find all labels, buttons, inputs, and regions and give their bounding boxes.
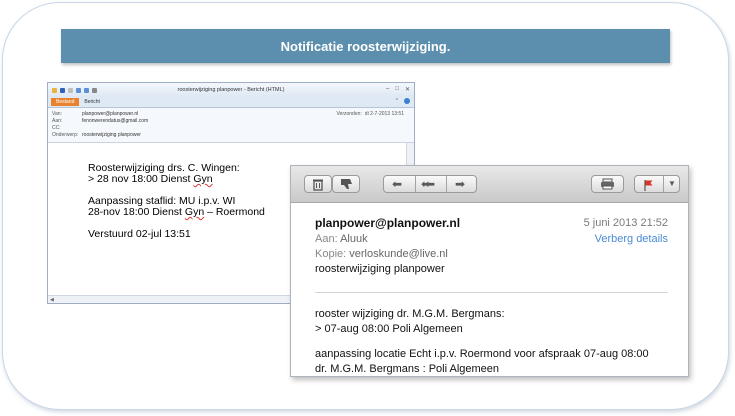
subject-label: Onderwerp:: [52, 131, 79, 138]
delete-button[interactable]: [304, 175, 332, 193]
sent-label: Verzonden:: [336, 111, 362, 117]
close-icon[interactable]: ✕: [405, 86, 410, 93]
misspelled-word: Gyn: [193, 173, 213, 185]
header-divider: [315, 292, 668, 293]
forward-icon[interactable]: ➡: [455, 177, 465, 191]
scroll-left-icon[interactable]: ◀: [50, 297, 54, 303]
body-text: > 28 nov 18:00 Dienst: [88, 173, 194, 185]
ribbon-tabs: Bestand Bericht ⌃: [48, 97, 414, 108]
junk-button[interactable]: [332, 175, 360, 193]
body-line: > 28 nov 18:00 Dienst Gyn: [88, 174, 265, 185]
received-date: 5 juni 2013 21:52: [583, 217, 668, 229]
trash-icon: [313, 179, 323, 191]
reply-icon[interactable]: ⬅: [392, 177, 402, 191]
window-controls: – □ ✕: [386, 86, 410, 93]
from-label: Van:: [52, 110, 62, 117]
sent-info: Verzonden: di 2-7-2013 13:51: [333, 111, 404, 117]
to-value[interactable]: fenonwerendatus@gmail.com: [82, 118, 148, 124]
body-line: aanpassing locatie Echt i.p.v. Roermond …: [315, 348, 649, 360]
collapse-ribbon-icon[interactable]: ⌃: [395, 98, 399, 104]
reply-all-icon[interactable]: ⬅⬅: [421, 177, 435, 191]
cc-label: Kopie:: [315, 248, 347, 260]
body-line: 28-nov 18:00 Dienst Gyn – Roermond: [88, 207, 265, 218]
flag-button[interactable]: ▼: [634, 175, 680, 193]
help-icon[interactable]: [404, 98, 410, 104]
body-line: dr. M.G.M. Bergmans : Poli Algemeen: [315, 363, 500, 375]
mail-toolbar: ⬅ ⬅⬅ ➡ ▼: [291, 166, 688, 203]
mail-message-body: rooster wijziging dr. M.G.M. Bergmans: >…: [315, 307, 649, 376]
to-label: Aan:: [52, 117, 63, 124]
body-line: rooster wijziging dr. M.G.M. Bergmans:: [315, 308, 505, 320]
to-value[interactable]: Aluuk: [340, 233, 368, 245]
slide-title: Notificatie roosterwijziging.: [280, 38, 451, 54]
body-line: > 07-aug 08:00 Poli Algemeen: [315, 323, 463, 335]
cc-line: Kopie: verloskunde@live.nl: [315, 248, 668, 260]
slide-title-banner: Notificatie roosterwijziging.: [61, 29, 670, 63]
dropdown-icon[interactable]: ▼: [668, 179, 676, 188]
print-button[interactable]: [591, 175, 624, 193]
mail-message-window: ⬅ ⬅⬅ ➡ ▼ planpower@planpower.nl 5 juni 2…: [290, 165, 689, 377]
body-text: – Roermond: [204, 206, 265, 218]
ribbon-help-area: ⌃: [395, 98, 410, 104]
window-title: roosterwijziging planpower - Bericht (HT…: [177, 87, 285, 93]
sent-value: di 2-7-2013 13:51: [364, 111, 404, 117]
flag-icon: [644, 180, 653, 191]
maximize-icon[interactable]: □: [395, 86, 399, 93]
misspelled-word: Gyn: [184, 206, 205, 218]
body-text: 28-nov 18:00 Dienst: [88, 206, 185, 218]
subject-value: roosterwijziging planpower: [82, 131, 141, 138]
tab-bericht[interactable]: Bericht: [79, 98, 105, 106]
message-header: Van: planpower@planpower.nl Aan: fenonwere…: [48, 108, 414, 143]
from-value[interactable]: planpower@planpower.nl: [82, 111, 138, 117]
outlook-message-body: Roosterwijziging drs. C. Wingen: > 28 no…: [88, 163, 265, 251]
hide-details-link[interactable]: Verberg details: [595, 233, 668, 245]
to-label: Aan:: [315, 233, 338, 245]
thumbs-down-icon: [340, 179, 352, 189]
cc-label: CC:: [52, 124, 61, 131]
mail-header: planpower@planpower.nl 5 juni 2013 21:52…: [315, 216, 668, 275]
print-icon: [601, 178, 614, 190]
outlook-titlebar: roosterwijziging planpower - Bericht (HT…: [48, 83, 414, 97]
minimize-icon[interactable]: –: [386, 86, 389, 93]
reply-button-group: ⬅ ⬅⬅ ➡: [383, 175, 477, 193]
tab-bestand[interactable]: Bestand: [51, 98, 80, 106]
mail-subject: roosterwijziging planpower: [315, 263, 445, 275]
cc-value[interactable]: verloskunde@live.nl: [349, 248, 448, 260]
body-line: Verstuurd 02-jul 13:51: [88, 228, 191, 240]
